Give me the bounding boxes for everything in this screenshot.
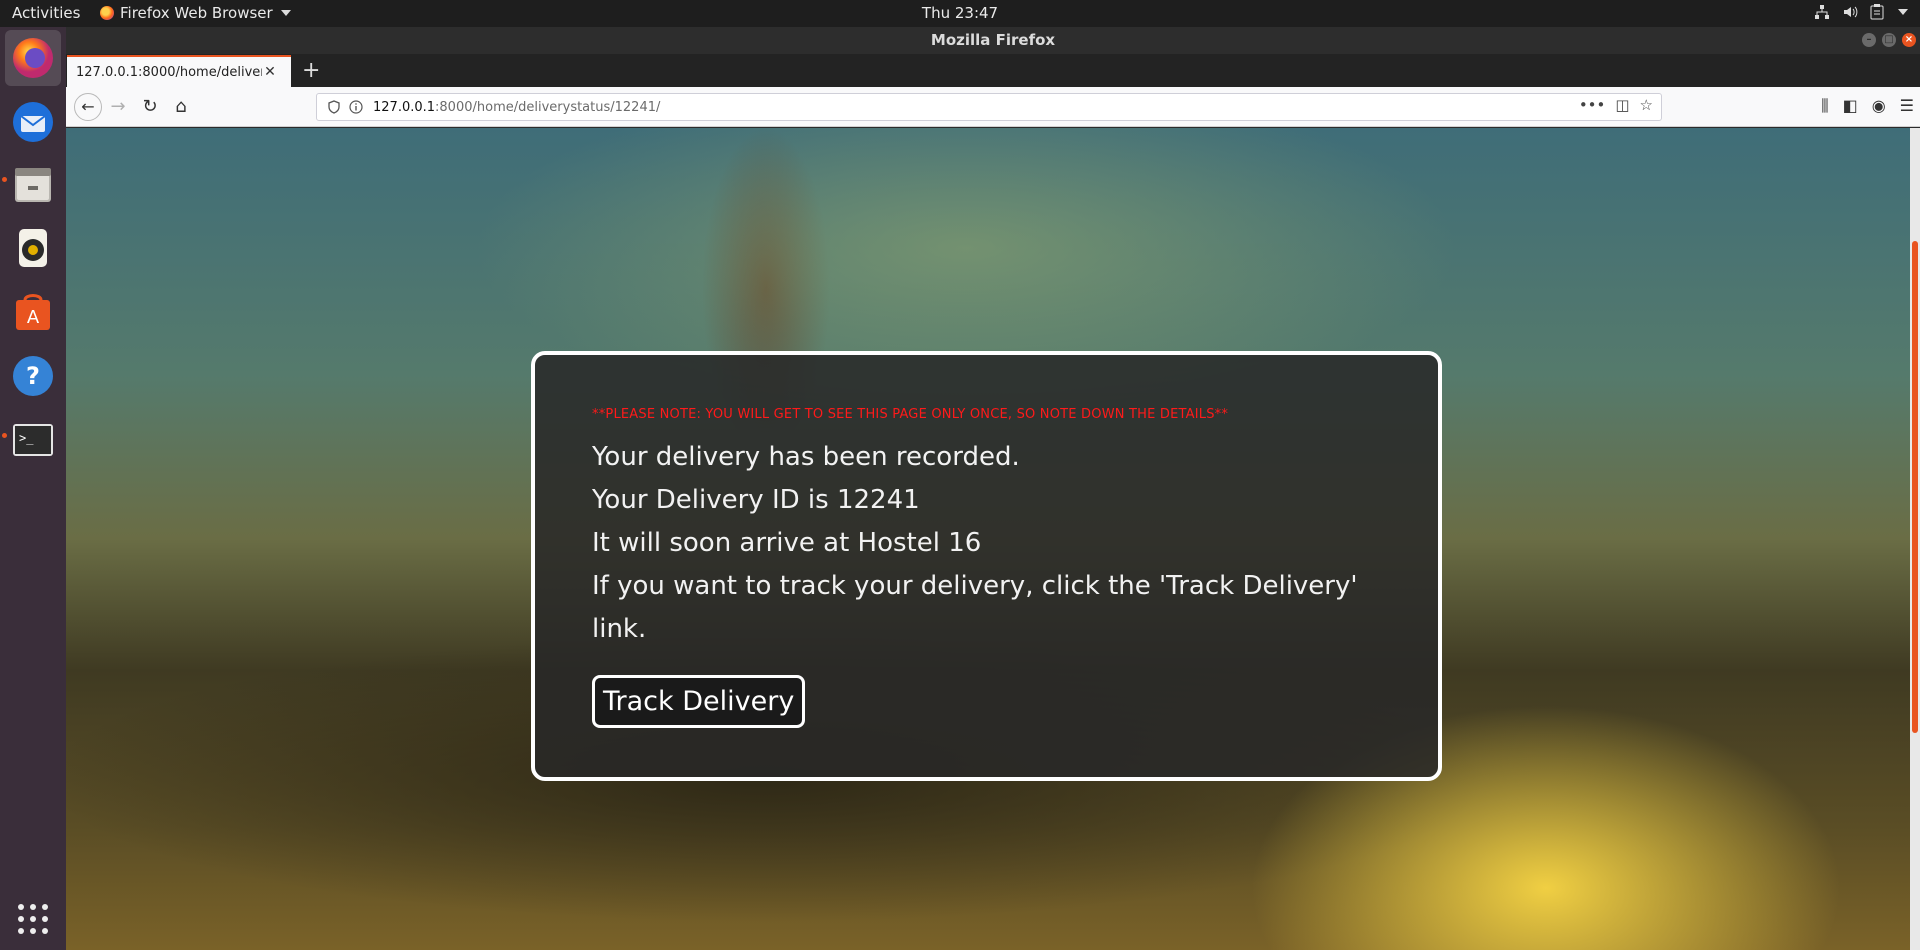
new-tab-icon[interactable]: + [302,58,320,83]
thunderbird-icon [13,102,53,142]
forward-button[interactable]: → [106,95,130,119]
app-menu-label: Firefox Web Browser [120,4,273,22]
page-actions-icon[interactable]: ••• [1579,96,1606,114]
window-controls: – □ × [1862,33,1916,47]
notice-text: **PLEASE NOTE: YOU WILL GET TO SEE THIS … [592,407,1229,422]
rhythmbox-icon [19,229,47,267]
page-viewport: **PLEASE NOTE: YOU WILL GET TO SEE THIS … [66,128,1920,950]
close-window-icon[interactable]: × [1902,33,1916,47]
gnome-top-bar: Activities Firefox Web Browser Thu 23:47 [0,0,1920,27]
files-icon [15,168,51,202]
volume-icon [1844,6,1858,18]
hamburger-menu-icon[interactable]: ☰ [1900,96,1914,116]
system-menu-chevron-icon [1898,9,1908,15]
dock-thunderbird[interactable] [5,94,61,150]
svg-text:A: A [27,307,40,328]
terminal-icon: >_ [13,424,53,456]
url-bar[interactable]: 127.0.0.1:8000/home/deliverystatus/12241… [316,93,1662,121]
dock-rhythmbox[interactable] [5,220,61,276]
arrival-message: It will soon arrive at Hostel 16 [592,528,982,558]
account-icon[interactable]: ◉ [1872,96,1886,116]
firefox-window: Mozilla Firefox – □ × 127.0.0.1:8000/hom… [66,27,1920,950]
delivery-status-card: **PLEASE NOTE: YOU WILL GET TO SEE THIS … [531,351,1442,781]
page-scrollbar[interactable] [1910,128,1920,950]
svg-text:?: ? [26,362,40,390]
help-icon: ? [13,356,53,396]
firefox-icon [100,6,114,20]
tracking-shield-icon[interactable] [327,100,341,114]
nav-toolbar: ← → ↻ ⌂ 127.0.0.1:8000/home/deliverystat… [66,87,1920,127]
track-delivery-button[interactable]: Track Delivery [592,675,806,728]
minimize-icon[interactable]: – [1862,33,1876,47]
show-applications-icon[interactable] [18,904,48,934]
bookmark-star-icon[interactable]: ☆ [1640,96,1653,114]
recorded-message: Your delivery has been recorded. [592,442,1020,472]
library-icon[interactable]: ⫼ [1821,96,1828,116]
dock-ubuntu-software[interactable]: A [5,284,61,340]
dock-help[interactable]: ? [5,348,61,404]
clipboard-icon [1870,4,1884,20]
software-center-icon: A [16,294,50,330]
dock-terminal[interactable]: >_ [5,412,61,468]
ubuntu-dock: A ? >_ [0,27,66,950]
firefox-icon [13,38,53,78]
tab-active[interactable]: 127.0.0.1:8000/home/deliveryst ✕ [67,55,291,87]
dock-firefox[interactable] [5,30,61,86]
maximize-icon[interactable]: □ [1882,33,1896,47]
system-tray[interactable] [1814,4,1908,20]
tab-close-icon[interactable]: ✕ [262,64,278,80]
dock-files[interactable] [5,156,61,212]
url-path: :8000/home/deliverystatus/12241/ [435,99,661,115]
reload-button[interactable]: ↻ [138,95,162,119]
app-menu[interactable]: Firefox Web Browser [100,4,291,22]
sidebar-icon[interactable]: ◧ [1843,96,1858,116]
delivery-id-message: Your Delivery ID is 12241 [592,485,920,515]
tab-strip: 127.0.0.1:8000/home/deliveryst ✕ + [66,54,1920,87]
scrollbar-thumb[interactable] [1912,241,1918,733]
pocket-icon[interactable]: ◫ [1615,96,1629,114]
site-info-icon[interactable] [349,100,363,114]
back-button[interactable]: ← [74,93,102,121]
window-titlebar: Mozilla Firefox – □ × [66,27,1920,54]
network-icon [1815,5,1829,19]
svg-text:>_: >_ [19,431,34,445]
url-host: 127.0.0.1 [373,99,436,115]
chevron-down-icon [280,10,291,16]
tab-title: 127.0.0.1:8000/home/deliveryst [76,64,262,80]
home-button[interactable]: ⌂ [169,95,193,119]
toolbar-right: ⫼ ◧ ◉ ☰ [1821,96,1914,116]
clock[interactable]: Thu 23:47 [922,4,998,22]
url-actions: ••• ◫ ☆ [1579,96,1653,114]
track-instructions: If you want to track your delivery, clic… [592,571,1358,644]
activities-button[interactable]: Activities [12,4,80,22]
window-title: Mozilla Firefox [930,31,1056,49]
